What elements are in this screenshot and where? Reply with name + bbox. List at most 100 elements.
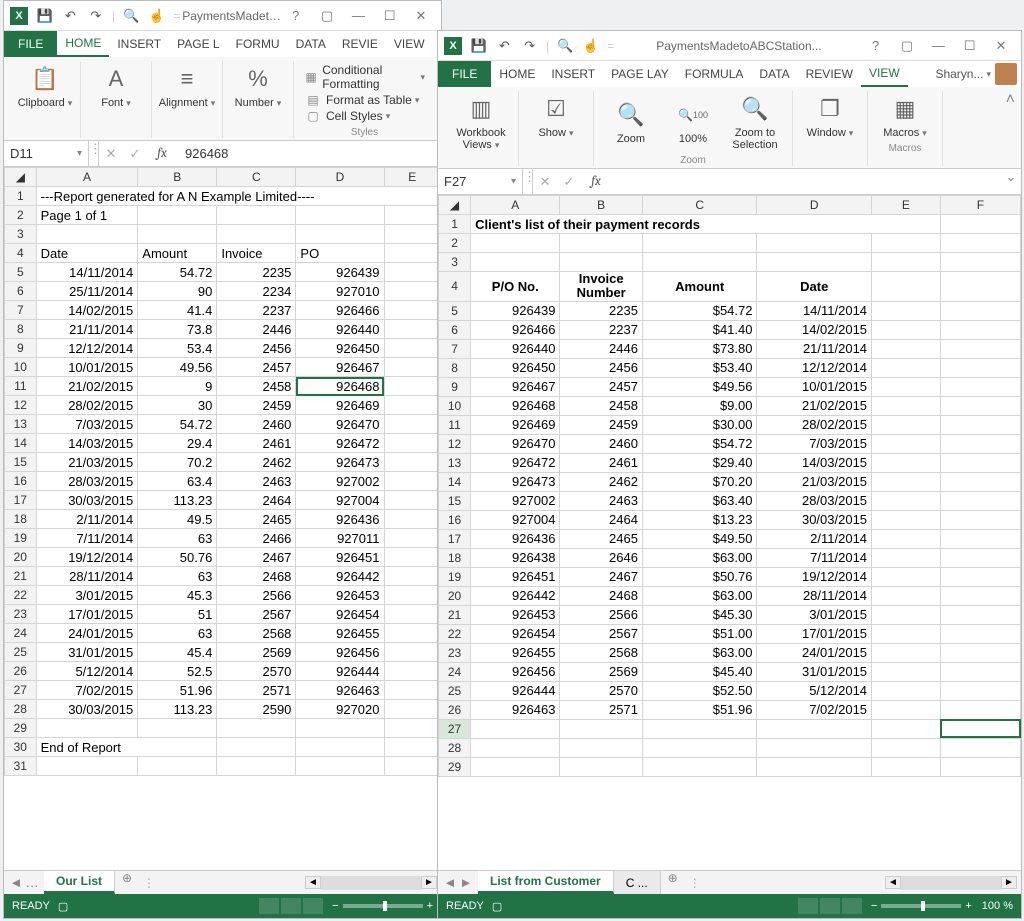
cell[interactable]: 926439 (471, 301, 560, 320)
ribbon-tab-home[interactable]: HOME (57, 31, 109, 57)
cell[interactable]: 927011 (296, 529, 384, 548)
cell[interactable]: 2457 (560, 377, 642, 396)
ribbon-tab-data[interactable]: DATA (751, 61, 797, 87)
zoom-in-button[interactable]: + (427, 900, 433, 912)
cell[interactable]: 7/02/2015 (757, 700, 872, 719)
row-header[interactable]: 14 (5, 434, 37, 453)
row-header[interactable]: 29 (5, 719, 37, 738)
row-header[interactable]: 23 (439, 643, 471, 662)
cell[interactable]: 45.4 (138, 643, 217, 662)
cell[interactable]: 926473 (296, 453, 384, 472)
cell[interactable]: 2460 (560, 434, 642, 453)
cell[interactable]: 2567 (560, 624, 642, 643)
zoom-100-button[interactable]: 🔍100100% (662, 91, 724, 153)
row-header[interactable]: 2 (439, 234, 471, 253)
cell[interactable]: 30 (138, 396, 217, 415)
close-button[interactable]: ✕ (987, 35, 1015, 57)
row-header[interactable]: 1 (439, 215, 471, 234)
cell[interactable]: 10/01/2015 (36, 358, 138, 377)
cell[interactable]: $51.96 (642, 700, 757, 719)
titlebar[interactable]: X 💾 ↶ ↷ | 🔍 ☝ = PaymentsMadetoAB... ? ▢ … (4, 1, 441, 31)
cell[interactable]: 2237 (217, 301, 296, 320)
cell[interactable]: 21/03/2015 (36, 453, 138, 472)
row-header[interactable]: 15 (439, 491, 471, 510)
cell[interactable]: 2465 (217, 510, 296, 529)
cell[interactable]: 926470 (471, 434, 560, 453)
row-header[interactable]: 9 (5, 339, 37, 358)
cell[interactable]: 926436 (471, 529, 560, 548)
cell[interactable]: $9.00 (642, 396, 757, 415)
row-header[interactable]: 18 (439, 548, 471, 567)
row-header[interactable]: 6 (5, 282, 37, 301)
undo-button[interactable]: ↶ (493, 35, 515, 57)
header-date[interactable]: Date (36, 244, 138, 263)
zoom-in-button[interactable]: + (965, 900, 971, 912)
cell[interactable]: $45.40 (642, 662, 757, 681)
cell[interactable]: 927004 (471, 510, 560, 529)
accept-formula-button[interactable]: ✓ (557, 174, 581, 190)
header-invoice[interactable]: Invoice Number (560, 272, 642, 302)
cell[interactable]: 51.96 (138, 681, 217, 700)
cell[interactable]: $45.30 (642, 605, 757, 624)
cell[interactable]: 926472 (296, 434, 384, 453)
cell[interactable]: 926450 (471, 358, 560, 377)
cell[interactable]: 2/11/2014 (36, 510, 138, 529)
number-button[interactable]: %Number▾ (229, 61, 287, 111)
cell[interactable]: 63 (138, 624, 217, 643)
name-box[interactable]: D11▾ (4, 141, 89, 166)
cell[interactable]: 927002 (296, 472, 384, 491)
cell[interactable]: 926440 (296, 320, 384, 339)
hscroll-track[interactable] (321, 876, 421, 890)
row-header[interactable]: 10 (439, 396, 471, 415)
tab-scroll-left[interactable]: ◄ (442, 875, 458, 890)
cell[interactable]: $30.00 (642, 415, 757, 434)
help-button[interactable]: ? (862, 34, 890, 56)
row-header[interactable]: 20 (439, 586, 471, 605)
cell[interactable]: $13.23 (642, 510, 757, 529)
cell[interactable]: $50.76 (642, 567, 757, 586)
row-header[interactable]: 30 (5, 738, 37, 757)
cell[interactable]: 28/03/2015 (757, 491, 872, 510)
tab-scroll-dots[interactable]: … (24, 875, 40, 890)
cell[interactable]: 2590 (217, 700, 296, 719)
row-header[interactable]: 29 (439, 757, 471, 776)
workbook-views-button[interactable]: ▥Workbook Views▾ (450, 91, 512, 153)
row-header[interactable]: 23 (5, 605, 37, 624)
row-header[interactable]: 19 (5, 529, 37, 548)
row-header[interactable]: 21 (5, 567, 37, 586)
cell[interactable]: 14/02/2015 (757, 320, 872, 339)
spreadsheet-grid[interactable]: ◢ABCDEF1Client's list of their payment r… (438, 195, 1021, 870)
save-button[interactable]: 💾 (34, 5, 56, 27)
header-amount[interactable]: Amount (138, 244, 217, 263)
header-po[interactable]: P/O No. (471, 272, 560, 302)
cell[interactable]: 926463 (296, 681, 384, 700)
cell[interactable]: 2646 (560, 548, 642, 567)
cell[interactable]: 28/02/2015 (36, 396, 138, 415)
row-header[interactable]: 9 (439, 377, 471, 396)
row-header[interactable]: 18 (5, 510, 37, 529)
cell[interactable]: 926455 (471, 643, 560, 662)
col-header-E[interactable]: E (872, 196, 941, 215)
cell[interactable]: 7/11/2014 (757, 548, 872, 567)
row-header[interactable]: 21 (439, 605, 471, 624)
tab-scroll-right[interactable]: ► (458, 875, 474, 890)
cell[interactable]: 28/03/2015 (36, 472, 138, 491)
cell[interactable]: 21/03/2015 (757, 472, 872, 491)
ribbon-tab-home[interactable]: HOME (491, 61, 543, 87)
row-header[interactable]: 12 (439, 434, 471, 453)
cell[interactable]: 926455 (296, 624, 384, 643)
macro-record-icon[interactable]: ▢ (58, 900, 68, 913)
cell[interactable]: 2458 (560, 396, 642, 415)
cell[interactable]: 51 (138, 605, 217, 624)
cell[interactable]: $49.56 (642, 377, 757, 396)
cell[interactable]: 63.4 (138, 472, 217, 491)
row-header[interactable]: 6 (439, 320, 471, 339)
cell[interactable]: 17/01/2015 (36, 605, 138, 624)
redo-button[interactable]: ↷ (85, 5, 107, 27)
cell[interactable]: 31/01/2015 (757, 662, 872, 681)
row-header[interactable]: 27 (5, 681, 37, 700)
cell[interactable]: 926451 (296, 548, 384, 567)
cell[interactable]: 2468 (560, 586, 642, 605)
ribbon-tab-review[interactable]: REVIEW (798, 61, 861, 87)
page-layout-view-button[interactable] (281, 898, 301, 914)
